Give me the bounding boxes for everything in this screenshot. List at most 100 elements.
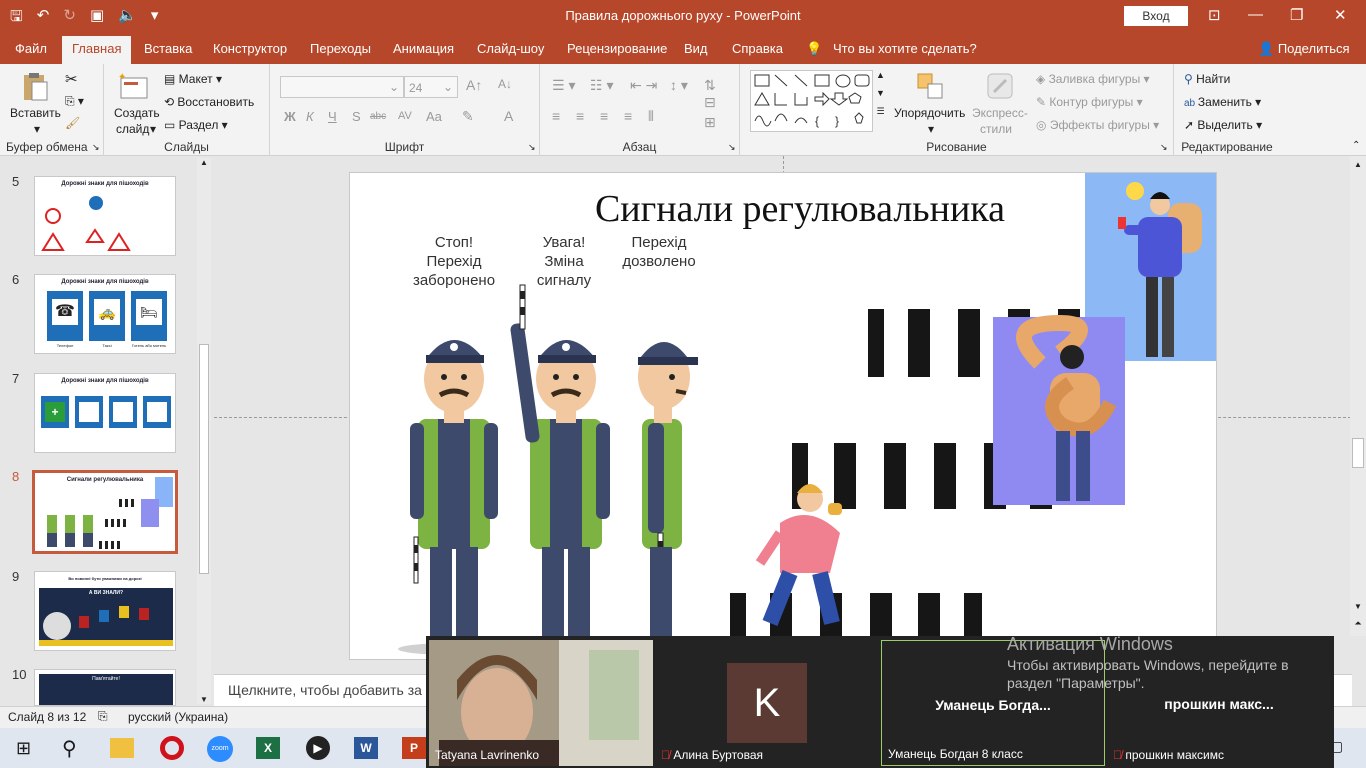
scroll-thumb[interactable] <box>1352 438 1364 468</box>
bold-button[interactable]: Ж <box>284 109 296 124</box>
tab-file[interactable]: Файл <box>15 41 47 56</box>
slide-thumbnail-5[interactable]: Дорожні знаки для пішоходів <box>34 176 176 256</box>
grow-font-icon[interactable]: A↑ <box>466 77 482 93</box>
participant-tile-1[interactable]: Tatyana Lavrinenko <box>429 640 653 766</box>
font-family-select[interactable]: ⌄ <box>280 76 404 98</box>
align-text-icon[interactable]: ⊟ <box>704 94 716 111</box>
media-player-icon[interactable]: ▶ <box>306 736 330 760</box>
scroll-up-icon[interactable]: ▲ <box>197 158 211 167</box>
align-center-icon[interactable]: ≡ <box>576 108 584 124</box>
italic-button[interactable]: К <box>306 109 314 124</box>
slide-thumbnail-7[interactable]: Дорожні знаки для пішоходів + <box>34 373 176 453</box>
shrink-font-icon[interactable]: A↓ <box>498 77 512 91</box>
shape-effects-button[interactable]: ◎ Эффекты фигуры ▾ <box>1036 118 1159 132</box>
tab-transitions[interactable]: Переходы <box>310 41 371 56</box>
line-spacing-icon[interactable]: ↕ ▾ <box>670 77 688 94</box>
shadow-button[interactable]: S <box>352 109 361 124</box>
highlight-icon[interactable]: ✎ <box>462 108 474 125</box>
bullets-icon[interactable]: ☰ ▾ <box>552 77 575 94</box>
new-slide-button-line2[interactable]: слайд <box>116 122 149 136</box>
zoom-app-icon[interactable]: zoom <box>207 736 233 762</box>
shapes-scroll[interactable]: ▲ ▼ ☰ <box>872 70 888 132</box>
quick-styles-button-line2[interactable]: стили <box>980 122 1012 136</box>
paste-dropdown-icon[interactable]: ▾ <box>34 122 40 136</box>
justify-icon[interactable]: ≡ <box>624 108 632 124</box>
ribbon-display-icon[interactable]: ⊡ <box>1208 6 1221 24</box>
excel-icon[interactable]: X <box>256 737 280 759</box>
reset-button[interactable]: ⟲ Восстановить <box>164 95 254 109</box>
slide-thumbnail-10[interactable]: Пам'ятайте! <box>34 669 176 706</box>
cut-icon[interactable]: ✂ <box>65 70 78 88</box>
scroll-down-icon[interactable]: ▼ <box>197 695 211 704</box>
shape-outline-button[interactable]: ✎ Контур фигуры ▾ <box>1036 95 1143 109</box>
copy-icon[interactable]: ⎘ ▾ <box>65 94 84 109</box>
text-direction-icon[interactable]: ⇅ <box>704 77 716 94</box>
tab-slideshow[interactable]: Слайд-шоу <box>477 41 544 56</box>
signin-button[interactable]: Вход <box>1124 6 1188 26</box>
layout-button[interactable]: ▤ Макет ▾ <box>164 72 222 86</box>
arrange-dropdown-icon[interactable]: ▾ <box>928 122 934 136</box>
strikethrough-button[interactable]: abc <box>370 111 386 122</box>
thumbnail-scrollbar[interactable]: ▲ ▼ <box>197 158 211 704</box>
search-icon[interactable]: ⚲ <box>62 736 77 761</box>
indent-icon[interactable]: ⇤ ⇥ <box>630 77 657 94</box>
numbering-icon[interactable]: ☷ ▾ <box>590 77 613 94</box>
tab-animations[interactable]: Анимация <box>393 41 454 56</box>
align-right-icon[interactable]: ≡ <box>600 108 608 124</box>
maximize-icon[interactable]: ❐ <box>1290 6 1303 24</box>
select-button[interactable]: ➚ Выделить ▾ <box>1184 118 1262 132</box>
tab-help[interactable]: Справка <box>732 41 783 56</box>
editor-scrollbar[interactable]: ▲ ▼ ⏶ <box>1350 156 1366 636</box>
scroll-thumb[interactable] <box>199 344 209 574</box>
replace-button[interactable]: ab Заменить ▾ <box>1184 95 1261 109</box>
arrange-icon[interactable] <box>916 72 946 102</box>
collapse-ribbon-icon[interactable]: ⌃ <box>1352 140 1360 151</box>
prev-slide-icon[interactable]: ⏶ <box>1350 618 1366 629</box>
share-button[interactable]: 👤 Поделиться <box>1258 41 1350 57</box>
powerpoint-icon[interactable]: P <box>402 737 426 759</box>
paste-button[interactable]: Вставить <box>10 106 61 120</box>
tab-home[interactable]: Главная <box>62 36 132 64</box>
columns-icon[interactable]: ⫴ <box>648 108 654 125</box>
font-launcher-icon[interactable]: ↘ <box>528 142 536 153</box>
notes-placeholder[interactable]: Щелкните, чтобы добавить за <box>228 682 422 698</box>
underline-button[interactable]: Ч <box>328 109 337 124</box>
drawing-launcher-icon[interactable]: ↘ <box>1160 142 1168 153</box>
tell-me-search[interactable]: Что вы хотите сделать? <box>833 41 977 56</box>
shapes-down-icon[interactable]: ▼ <box>873 88 888 98</box>
paste-icon[interactable] <box>20 72 50 102</box>
format-painter-icon[interactable]: 🖌 <box>65 116 80 130</box>
change-case-button[interactable]: Aa <box>426 109 442 124</box>
tab-design[interactable]: Конструктор <box>213 41 287 56</box>
tab-review[interactable]: Рецензирование <box>567 41 667 56</box>
slide-thumbnail-9[interactable]: Ви повинні бути уважними на дорозі А ВИ … <box>34 571 176 651</box>
shapes-up-icon[interactable]: ▲ <box>873 70 888 80</box>
quick-styles-button[interactable]: Экспресс- <box>972 106 1028 120</box>
current-slide[interactable]: Сигнали регулювальника Стоп! Перехід заб… <box>349 172 1217 660</box>
slide-thumbnail-6[interactable]: Дорожні знаки для пішоходів ☎ 🚕 🛏 Телефо… <box>34 274 176 354</box>
shapes-gallery[interactable]: {} <box>750 70 888 132</box>
font-color-button[interactable]: A <box>504 108 513 124</box>
scroll-down-icon[interactable]: ▼ <box>1350 602 1366 611</box>
language-indicator[interactable]: русский (Украина) <box>128 710 228 724</box>
shape-fill-button[interactable]: ◈ Заливка фигуры ▾ <box>1036 72 1150 86</box>
clipboard-launcher-icon[interactable]: ↘ <box>92 142 100 153</box>
opera-icon[interactable] <box>160 736 184 760</box>
paragraph-launcher-icon[interactable]: ↘ <box>728 142 736 153</box>
slide-thumbnail-8[interactable]: Сигнали регулювальника <box>32 470 178 554</box>
new-slide-dropdown-icon[interactable]: ▾ <box>150 122 156 136</box>
char-spacing-button[interactable]: AV <box>398 110 412 122</box>
spellcheck-icon[interactable]: ⎘ <box>98 709 108 724</box>
new-slide-icon[interactable]: ✦ <box>118 70 148 100</box>
close-icon[interactable]: ✕ <box>1334 6 1347 24</box>
new-slide-button[interactable]: Создать <box>114 106 160 120</box>
tab-insert[interactable]: Вставка <box>144 41 192 56</box>
smartart-icon[interactable]: ⊞ <box>704 114 716 131</box>
section-button[interactable]: ▭ Раздел ▾ <box>164 118 228 132</box>
scroll-up-icon[interactable]: ▲ <box>1350 160 1366 169</box>
font-size-select[interactable]: 24 ⌄ <box>404 76 458 98</box>
quick-styles-icon[interactable] <box>986 72 1016 102</box>
windows-start-icon[interactable]: ⊞ <box>16 738 31 759</box>
align-left-icon[interactable]: ≡ <box>552 108 560 124</box>
participant-tile-2[interactable]: K 🎙̸ Алина Буртовая <box>655 640 879 766</box>
